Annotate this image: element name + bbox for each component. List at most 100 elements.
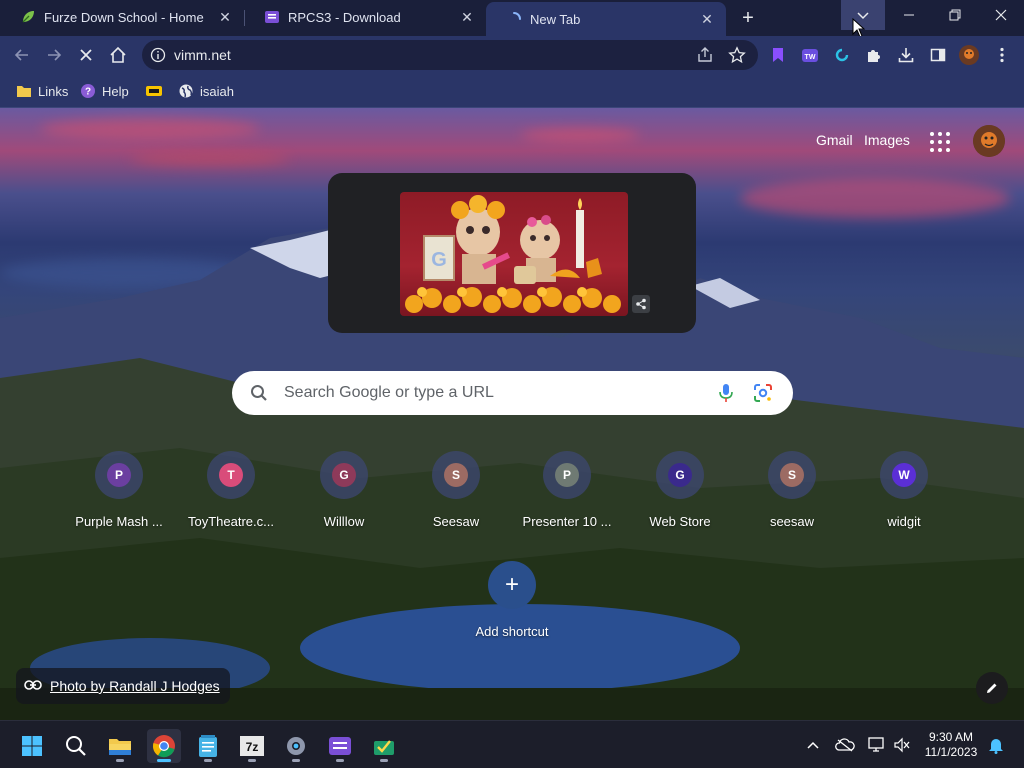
taskbar-running-indicator (248, 759, 256, 762)
network-monitor-icon[interactable] (867, 735, 887, 755)
bookmark-isaiah[interactable]: isaiah (178, 81, 234, 101)
extension-purple-bookmark-icon[interactable] (766, 43, 790, 67)
notification-bell-icon[interactable] (986, 735, 1006, 755)
shortcut-letter-icon: G (668, 463, 692, 487)
add-shortcut-button[interactable]: + Add shortcut (456, 561, 568, 651)
shortcut-tile[interactable]: P Presenter 10 ... (511, 451, 623, 541)
forward-arrow-icon[interactable] (42, 43, 66, 67)
7zip-icon[interactable]: 7z (235, 729, 269, 763)
svg-text:G: G (431, 249, 447, 271)
url-text: vimm.net (174, 47, 231, 63)
shortcut-letter-icon: W (892, 463, 916, 487)
voice-search-mic-icon[interactable] (718, 383, 734, 408)
profile-avatar[interactable] (973, 125, 1005, 157)
bookmark-links[interactable]: Links (16, 81, 68, 101)
menu-kebab-icon[interactable] (990, 43, 1014, 67)
back-arrow-icon[interactable] (10, 43, 34, 67)
extension-refresh-icon[interactable] (830, 43, 854, 67)
volume-muted-icon[interactable] (892, 735, 912, 755)
shortcut-tile[interactable]: W widgit (848, 451, 960, 541)
images-link[interactable]: Images (864, 132, 910, 148)
link-icon (24, 678, 42, 694)
tab-title: Furze Down School - Home (44, 9, 204, 25)
google-doodle-image[interactable]: G (400, 192, 628, 316)
taskbar-running-indicator (336, 759, 344, 762)
shortcut-icon-circle: S (432, 451, 480, 499)
photo-attribution-link[interactable]: Photo by Randall J Hodges (16, 668, 230, 704)
google-lens-icon[interactable] (753, 383, 773, 408)
google-doodle-card[interactable]: G (328, 173, 696, 333)
background-cloud (130, 152, 290, 166)
google-apps-grid-icon[interactable] (928, 130, 952, 154)
folder-icon (16, 83, 32, 99)
gmail-link[interactable]: Gmail (816, 132, 853, 148)
bookmark-yellow[interactable] (146, 81, 168, 101)
tab-strip: Furze Down School - Home ✕ RPCS3 - Downl… (0, 0, 1024, 38)
bookmark-help[interactable]: ? Help (80, 81, 129, 101)
taskbar-search-icon[interactable] (59, 729, 93, 763)
taskbar-running-indicator (204, 759, 212, 762)
shortcut-letter-icon: S (444, 463, 468, 487)
file-explorer-icon[interactable] (103, 729, 137, 763)
taskbar-running-indicator (116, 759, 124, 762)
svg-text:?: ? (85, 87, 91, 98)
download-icon[interactable] (894, 43, 918, 67)
close-icon[interactable]: ✕ (458, 8, 476, 26)
tab-rpcs3[interactable]: RPCS3 - Download ✕ (244, 0, 486, 34)
shortcut-tile[interactable]: G Willlow (288, 451, 400, 541)
shortcut-icon-circle: G (320, 451, 368, 499)
bookmark-label: Help (102, 83, 129, 99)
shortcut-icon-circle: G (656, 451, 704, 499)
chrome-taskbar-icon[interactable] (147, 729, 181, 763)
windows-taskbar: 7z 9:30 AM 11/1/2023 (0, 720, 1024, 768)
shortcut-tile[interactable]: T ToyTheatre.c... (175, 451, 287, 541)
home-icon[interactable] (106, 43, 130, 67)
toolbar: vimm.net TW (0, 36, 1024, 74)
extensions-puzzle-icon[interactable] (862, 43, 886, 67)
extension-tw-icon[interactable]: TW (798, 43, 822, 67)
profile-avatar-icon[interactable] (957, 43, 981, 67)
rpcs3-taskbar-icon[interactable] (323, 729, 357, 763)
yellow-bookmark-icon (146, 83, 162, 99)
site-info-icon[interactable] (150, 47, 166, 68)
svg-text:TW: TW (805, 54, 816, 61)
tray-chevron-up-icon[interactable] (803, 735, 823, 755)
stop-loading-icon[interactable] (74, 43, 98, 67)
new-tab-plus-icon[interactable]: + (736, 6, 760, 30)
plus-icon: + (488, 561, 536, 609)
side-panel-icon[interactable] (926, 43, 950, 67)
shortcut-tile[interactable]: S Seesaw (400, 451, 512, 541)
add-shortcut-label: Add shortcut (475, 624, 549, 639)
shortcut-letter-icon: T (219, 463, 243, 487)
shortcut-letter-icon: S (780, 463, 804, 487)
customize-pencil-icon[interactable] (976, 672, 1008, 704)
doodle-share-icon[interactable] (632, 295, 650, 313)
taskbar-clock[interactable]: 9:30 AM 11/1/2023 (918, 730, 984, 760)
tab-new-tab[interactable]: New Tab ✕ (486, 2, 726, 36)
background-cloud (520, 128, 640, 142)
green-app-icon[interactable] (367, 729, 401, 763)
windows-start-icon[interactable] (15, 729, 49, 763)
shortcut-tile[interactable]: P Purple Mash ... (63, 451, 175, 541)
tab-furze-down-school[interactable]: Furze Down School - Home ✕ (0, 0, 244, 34)
bookmarks-bar: Links ? Help isaiah (0, 74, 1024, 108)
shortcut-tile[interactable]: S seesaw (736, 451, 848, 541)
shortcut-icon-circle: T (207, 451, 255, 499)
leaf-favicon-icon (20, 9, 36, 25)
loading-spinner-icon (506, 11, 522, 27)
close-icon[interactable]: ✕ (216, 8, 234, 26)
shortcut-label: ToyTheatre.c... (188, 514, 274, 529)
google-search-box[interactable]: Search Google or type a URL (232, 371, 793, 415)
close-icon[interactable]: ✕ (698, 10, 716, 28)
shortcut-label: Web Store (649, 514, 711, 529)
close-window-icon[interactable] (978, 0, 1024, 30)
shortcut-tile[interactable]: G Web Store (624, 451, 736, 541)
bookmark-star-icon[interactable] (728, 46, 746, 69)
settings-gear-icon[interactable] (279, 729, 313, 763)
restore-icon[interactable] (932, 0, 978, 30)
minimize-icon[interactable] (886, 0, 932, 30)
notepad-icon[interactable] (191, 729, 225, 763)
share-icon[interactable] (696, 46, 714, 69)
address-bar[interactable]: vimm.net (142, 40, 758, 70)
onedrive-cloud-icon[interactable] (835, 735, 855, 755)
